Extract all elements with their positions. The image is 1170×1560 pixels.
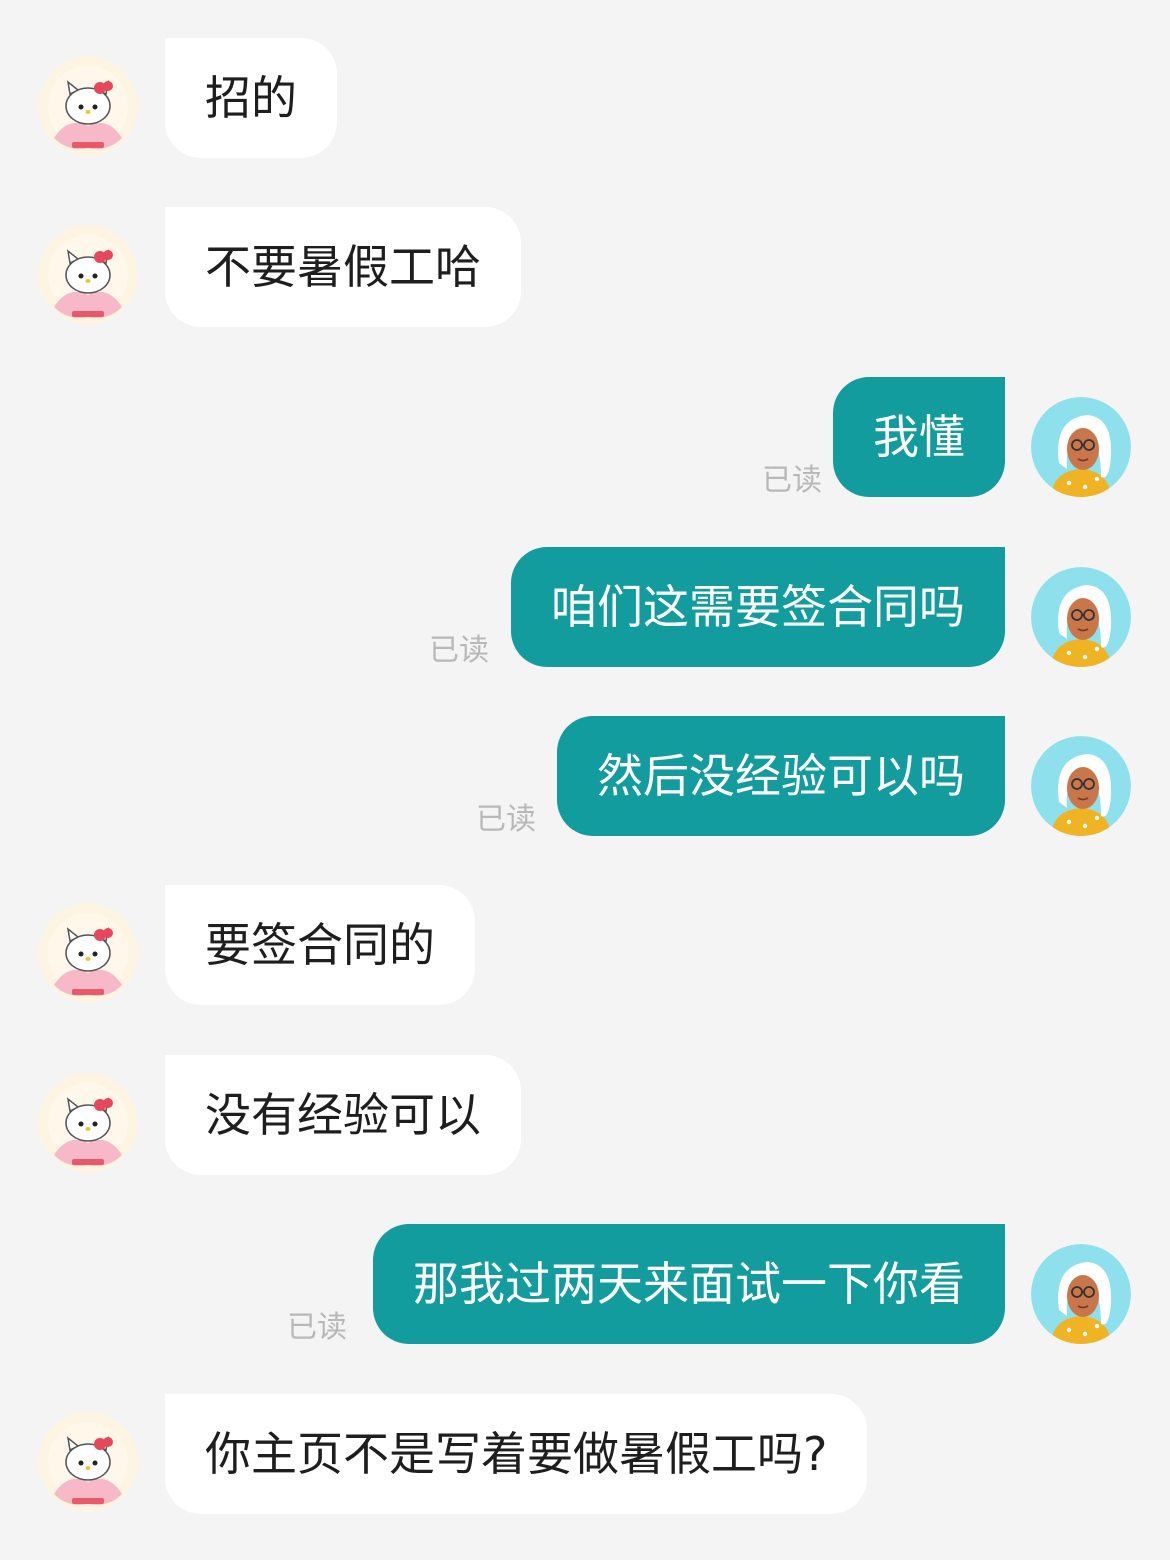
message-bubble[interactable]: 招的: [165, 38, 337, 158]
read-receipt: 已读: [287, 1310, 347, 1345]
message-bubble[interactable]: 那我过两天来面试一下你看: [373, 1224, 1005, 1344]
woman-avatar-icon[interactable]: [1031, 736, 1131, 836]
message-bubble[interactable]: 没有经验可以: [165, 1055, 521, 1175]
hello-kitty-avatar-icon[interactable]: [38, 1073, 138, 1173]
message-row-incoming: 没有经验可以: [0, 1055, 1170, 1175]
message-bubble[interactable]: 要签合同的: [165, 885, 475, 1005]
message-row-incoming: 你主页不是写着要做暑假工吗?: [0, 1394, 1170, 1514]
hello-kitty-avatar-icon[interactable]: [38, 903, 138, 1003]
read-receipt: 已读: [762, 463, 822, 498]
hello-kitty-avatar-icon[interactable]: [38, 1412, 138, 1512]
woman-avatar-icon[interactable]: [1031, 397, 1131, 497]
hello-kitty-avatar-icon[interactable]: [38, 56, 138, 156]
message-bubble[interactable]: 你主页不是写着要做暑假工吗?: [165, 1394, 868, 1514]
message-row-outgoing: 已读 然后没经验可以吗: [0, 716, 1170, 837]
message-row-incoming: 不要暑假工哈: [0, 207, 1170, 327]
message-bubble[interactable]: 然后没经验可以吗: [557, 716, 1005, 836]
message-row-incoming: 招的: [0, 38, 1170, 158]
message-row-outgoing: 已读 咱们这需要签合同吗: [0, 547, 1170, 668]
message-bubble[interactable]: 我懂: [833, 377, 1005, 497]
message-row-incoming: 要签合同的: [0, 885, 1170, 1005]
message-row-outgoing: 已读 那我过两天来面试一下你看: [0, 1224, 1170, 1345]
woman-avatar-icon[interactable]: [1031, 1244, 1131, 1344]
read-receipt: 已读: [429, 633, 489, 668]
chat-thread[interactable]: 招的 不要暑假工哈 已读 我懂 已读 咱们这需要签合同吗 已读 然后没经验可以吗…: [0, 0, 1170, 1560]
woman-avatar-icon[interactable]: [1031, 567, 1131, 667]
read-receipt: 已读: [476, 802, 536, 837]
hello-kitty-avatar-icon[interactable]: [38, 225, 138, 325]
message-bubble[interactable]: 不要暑假工哈: [165, 207, 521, 327]
message-bubble[interactable]: 咱们这需要签合同吗: [511, 547, 1005, 667]
message-row-outgoing: 已读 我懂: [0, 377, 1170, 498]
